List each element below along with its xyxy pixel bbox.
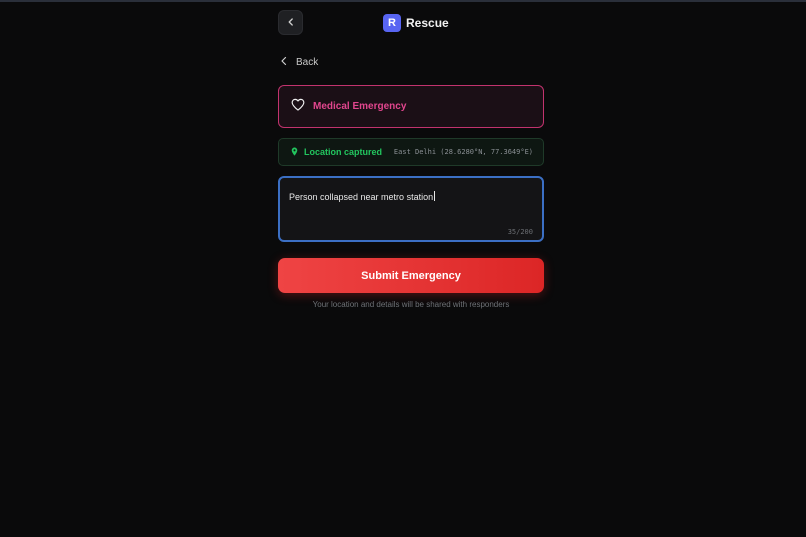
location-pin-icon (291, 143, 298, 161)
chevron-left-icon (286, 14, 296, 32)
privacy-note: Your location and details will be shared… (312, 300, 510, 309)
text-caret (434, 191, 436, 201)
back-link-label: Back (296, 57, 319, 68)
emergency-type-card[interactable]: Medical Emergency (278, 85, 544, 128)
brand-name: Rescue (406, 16, 449, 30)
header: R Rescue (278, 0, 544, 46)
description-text: Person collapsed near metro station (289, 192, 434, 202)
location-coords: East Delhi (28.6280°N, 77.3649°E) (393, 148, 533, 156)
brand-logo: R (383, 14, 401, 32)
heart-icon (291, 98, 305, 116)
emergency-type-label: Medical Emergency (313, 101, 407, 112)
chevron-left-icon (280, 56, 288, 69)
back-link[interactable]: Back (280, 56, 318, 69)
location-card: Location captured East Delhi (28.6280°N,… (278, 138, 544, 166)
brand: R Rescue (383, 14, 449, 32)
description-textarea[interactable]: Person collapsed near metro station 35/2… (278, 176, 544, 242)
submit-emergency-button[interactable]: Submit Emergency (278, 258, 544, 293)
char-counter: 35/200 (507, 228, 533, 236)
app-container: R Rescue Back Medical Emergency Location… (278, 0, 544, 309)
back-nav-button[interactable] (278, 10, 303, 35)
location-status: Location captured (304, 147, 383, 157)
